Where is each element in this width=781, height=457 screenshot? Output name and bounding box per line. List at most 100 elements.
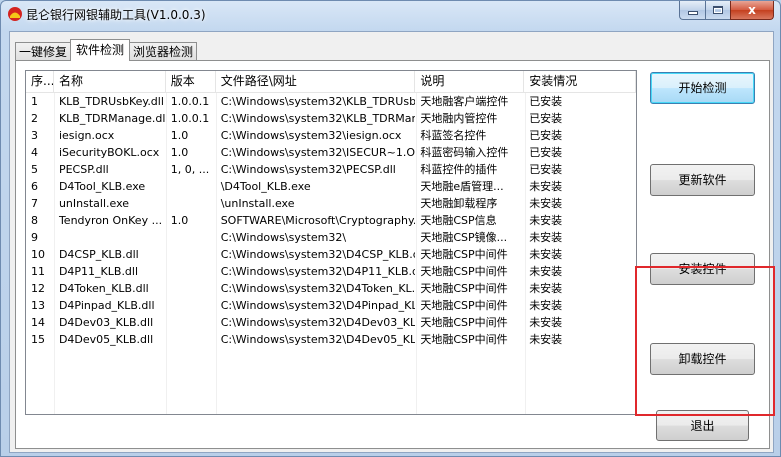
cell-version: 1.0.0.1 <box>170 95 210 108</box>
cell-version <box>166 178 216 195</box>
column-header-description[interactable]: 说明 <box>415 71 525 93</box>
cell-name: KLB_TDRManage.dll <box>58 112 166 125</box>
cell-description: 天地融CSP中间件 <box>420 316 508 329</box>
minimize-button[interactable] <box>679 1 705 20</box>
tab-browser-check[interactable]: 浏览器检测 <box>129 42 198 61</box>
cell-index: 10 <box>31 248 45 261</box>
cell-name: D4CSP_KLB.dll <box>58 248 139 261</box>
client-area: 一键修复 软件检测 浏览器检测 序... 名称 版本 文件路径\网址 说明 安装… <box>9 31 775 453</box>
close-icon: x <box>748 3 756 17</box>
tab-strip: 一键修复 软件检测 浏览器检测 <box>15 39 198 61</box>
column-header-install-status[interactable]: 安装情况 <box>524 71 636 93</box>
table-row[interactable]: 15 D4Dev05_KLB.dll C:\Windows\system32\D4D… <box>26 331 636 348</box>
cell-index: 11 <box>31 265 45 278</box>
cell-description: 天地融e盾管理... <box>420 180 504 193</box>
cell-index: 12 <box>31 282 45 295</box>
cell-install-status: 未安装 <box>529 299 563 312</box>
cell-index: 13 <box>31 299 45 312</box>
cell-path: \D4Tool_KLB.exe <box>220 180 311 193</box>
cell-install-status: 未安装 <box>529 214 563 227</box>
cell-index: 2 <box>31 112 38 125</box>
start-check-button[interactable]: 开始检测 <box>650 72 755 104</box>
cell-index: 6 <box>31 180 38 193</box>
cell-index: 5 <box>31 163 38 176</box>
cell-install-status: 已安装 <box>529 95 563 108</box>
cell-install-status: 未安装 <box>529 248 563 261</box>
tab-software-check[interactable]: 软件检测 <box>70 39 131 61</box>
table-row[interactable]: 11 D4P11_KLB.dll C:\Windows\system32\D4P11… <box>26 263 636 280</box>
app-logo-icon <box>8 7 22 21</box>
column-header-version[interactable]: 版本 <box>166 71 216 93</box>
cell-index: 1 <box>31 95 38 108</box>
table-row[interactable]: 4 iSecurityBOKL.ocx 1.0 C:\Windows\system32… <box>26 144 636 161</box>
table-row[interactable]: 1 KLB_TDRUsbKey.dll 1.0.0.1 C:\Windows\syst… <box>26 93 636 110</box>
close-button[interactable]: x <box>730 1 774 20</box>
cell-name: unInstall.exe <box>58 197 130 210</box>
column-divider <box>166 93 167 414</box>
cell-version <box>166 263 216 280</box>
table-row[interactable]: 9 C:\Windows\system32\ 天地融CSP镜像... 未安装 <box>26 229 636 246</box>
cell-description: 天地融CSP中间件 <box>420 248 508 261</box>
cell-version: 1, 0, ... <box>170 163 210 176</box>
cell-description: 天地融CSP中间件 <box>420 299 508 312</box>
tab-one-click-repair[interactable]: 一键修复 <box>15 42 72 61</box>
cell-install-status: 未安装 <box>529 316 563 329</box>
cell-path: C:\Windows\system32\D4P11_KLB.dll <box>220 265 416 278</box>
table-row[interactable]: 13 D4Pinpad_KLB.dll C:\Windows\system32\D4… <box>26 297 636 314</box>
table-row[interactable]: 5 PECSP.dll 1, 0, ... C:\Windows\system32\P… <box>26 161 636 178</box>
cell-install-status: 未安装 <box>529 231 563 244</box>
cell-path: C:\Windows\system32\KLB_TDRMan... <box>220 112 416 125</box>
table-row[interactable]: 7 unInstall.exe \unInstall.exe 天地融卸载程序 未安装 <box>26 195 636 212</box>
app-window: 昆仑银行网银辅助工具(V1.0.0.3) x 一键修复 软件检测 浏览器检测 序… <box>0 0 781 457</box>
column-header-index[interactable]: 序... <box>26 71 54 93</box>
cell-install-status: 已安装 <box>529 163 563 176</box>
cell-name: D4Token_KLB.dll <box>58 282 149 295</box>
cell-description: 科蓝密码输入控件 <box>420 146 509 159</box>
table-row[interactable]: 8 Tendyron OnKey ... 1.0 SOFTWARE\Microsoft… <box>26 212 636 229</box>
table-row[interactable]: 3 iesign.ocx 1.0 C:\Windows\system32\iesign… <box>26 127 636 144</box>
table-row[interactable]: 6 D4Tool_KLB.exe \D4Tool_KLB.exe 天地融e盾管理...… <box>26 178 636 195</box>
cell-name: D4Dev05_KLB.dll <box>58 333 154 346</box>
cell-index: 8 <box>31 214 38 227</box>
cell-version: 1.0.0.1 <box>170 112 210 125</box>
maximize-button[interactable] <box>705 1 730 20</box>
column-divider <box>216 93 217 414</box>
column-divider <box>54 93 55 414</box>
cell-name: D4Tool_KLB.exe <box>58 180 146 193</box>
cell-name: D4P11_KLB.dll <box>58 265 139 278</box>
software-list[interactable]: 序... 名称 版本 文件路径\网址 说明 安装情况 1 KLB_TDRUsbKe… <box>25 70 637 415</box>
update-software-button[interactable]: 更新软件 <box>650 164 755 196</box>
cell-description: 科蓝签名控件 <box>420 129 487 142</box>
caption-buttons: x <box>679 1 774 20</box>
column-divider <box>416 93 417 414</box>
cell-index: 7 <box>31 197 38 210</box>
table-row[interactable]: 10 D4CSP_KLB.dll C:\Windows\system32\D4CSP… <box>26 246 636 263</box>
cell-path: C:\Windows\system32\D4Pinpad_KL... <box>220 299 416 312</box>
cell-name: KLB_TDRUsbKey.dll <box>58 95 164 108</box>
cell-path: C:\Windows\system32\ <box>220 231 347 244</box>
column-divider <box>525 93 526 414</box>
column-header-path[interactable]: 文件路径\网址 <box>216 71 416 93</box>
table-row[interactable]: 12 D4Token_KLB.dll C:\Windows\system32\D4T… <box>26 280 636 297</box>
cell-install-status: 未安装 <box>529 282 563 295</box>
cell-path: C:\Windows\system32\D4Dev03_KL... <box>220 316 416 329</box>
cell-name: iSecurityBOKL.ocx <box>58 146 160 159</box>
table-row[interactable]: 14 D4Dev03_KLB.dll C:\Windows\system32\D4D… <box>26 314 636 331</box>
cell-install-status: 未安装 <box>529 197 563 210</box>
cell-path: SOFTWARE\Microsoft\Cryptography... <box>220 214 416 227</box>
title-bar[interactable]: 昆仑银行网银辅助工具(V1.0.0.3) x <box>1 1 780 30</box>
cell-version: 1.0 <box>170 129 189 142</box>
table-row[interactable]: 2 KLB_TDRManage.dll 1.0.0.1 C:\Windows\syst… <box>26 110 636 127</box>
column-header-name[interactable]: 名称 <box>54 71 166 93</box>
cell-version <box>166 297 216 314</box>
cell-description: 天地融CSP中间件 <box>420 333 508 346</box>
cell-name: D4Pinpad_KLB.dll <box>58 299 155 312</box>
cell-name: D4Dev03_KLB.dll <box>58 316 154 329</box>
cell-description: 科蓝控件的插件 <box>420 163 498 176</box>
minimize-icon <box>688 12 697 14</box>
cell-name <box>54 229 166 246</box>
cell-version: 1.0 <box>170 146 189 159</box>
cell-install-status: 已安装 <box>529 129 563 142</box>
cell-path: C:\Windows\system32\KLB_TDRUsbK... <box>220 95 416 108</box>
cell-version <box>166 229 216 246</box>
